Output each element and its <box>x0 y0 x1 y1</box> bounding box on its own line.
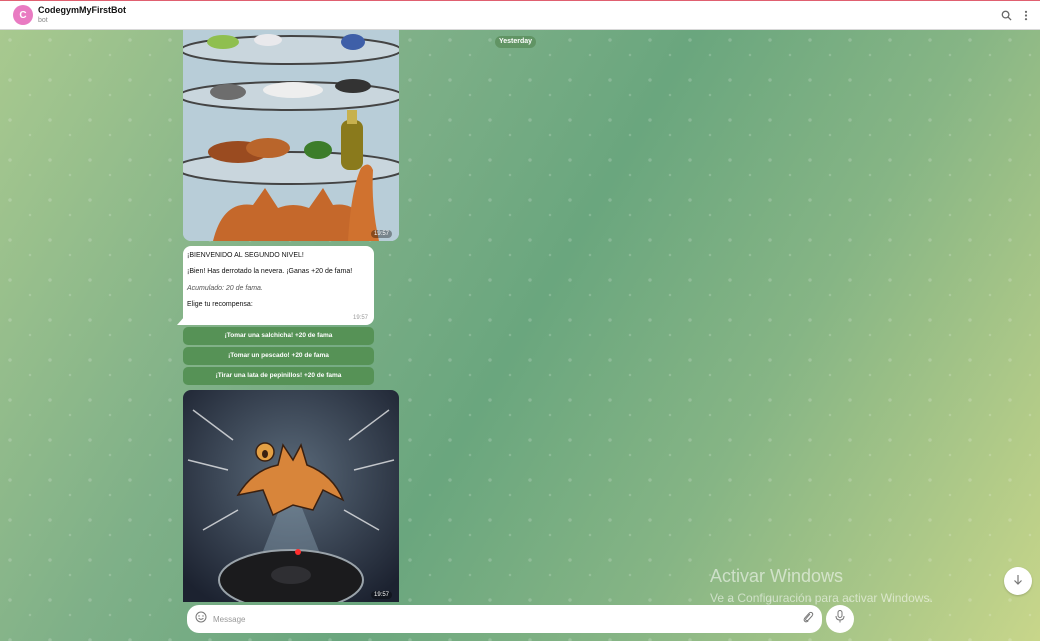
keyboard-button-fish[interactable]: ¡Tomar un pescado! +20 de fama <box>183 347 374 365</box>
message-line: Acumulado: 20 de fama. <box>187 284 263 292</box>
chat-header: C CodegymMyFirstBot bot <box>0 0 1040 30</box>
arrow-down-icon <box>1013 572 1023 590</box>
photo-fridge[interactable]: 19:57 <box>183 30 399 241</box>
search-icon[interactable] <box>1001 10 1012 21</box>
chat-title-block[interactable]: CodegymMyFirstBot bot <box>38 5 127 25</box>
microphone-icon <box>835 610 845 628</box>
message-timestamp: 19:57 <box>352 314 368 321</box>
smile-icon[interactable] <box>195 610 207 628</box>
chat-background <box>0 30 1040 641</box>
wallpaper-pattern <box>0 30 1040 641</box>
message-composer <box>187 605 822 633</box>
avatar[interactable]: C <box>13 5 33 25</box>
message-line: ¡Bien! Has derrotado la nevera. ¡Ganas +… <box>187 268 353 276</box>
watermark-title: Activar Windows <box>710 566 844 586</box>
message-input[interactable] <box>213 614 802 624</box>
date-separator: Yesterday <box>495 36 536 48</box>
chat-subtitle: bot <box>38 17 48 24</box>
photo-cat-vacuum[interactable]: 19:57 <box>183 390 399 602</box>
paperclip-icon[interactable] <box>802 610 814 628</box>
windows-activation-watermark: Activar Windows Ve a Configuración para … <box>710 566 933 605</box>
chat-title: CodegymMyFirstBot <box>38 5 127 15</box>
message-line: ¡BIENVENIDO AL SEGUNDO NIVEL! <box>187 252 304 259</box>
keyboard-button-pickles[interactable]: ¡Tirar una lata de pepinillos! +20 de fa… <box>183 367 374 385</box>
watermark-subtitle: Ve a Configuración para activar Windows. <box>710 591 933 605</box>
photo-timestamp: 19:57 <box>370 230 392 238</box>
more-vertical-icon[interactable] <box>1024 10 1028 21</box>
message-line: Elige tu recompensa: <box>187 301 253 309</box>
keyboard-button-sausage[interactable]: ¡Tomar una salchicha! +20 de fama <box>183 327 374 345</box>
scroll-down-button[interactable] <box>1004 567 1032 595</box>
bot-message-bubble: ¡BIENVENIDO AL SEGUNDO NIVEL! ¡Bien! Has… <box>183 246 374 325</box>
photo-timestamp: 19:57 <box>370 591 392 599</box>
microphone-button[interactable] <box>826 605 854 633</box>
